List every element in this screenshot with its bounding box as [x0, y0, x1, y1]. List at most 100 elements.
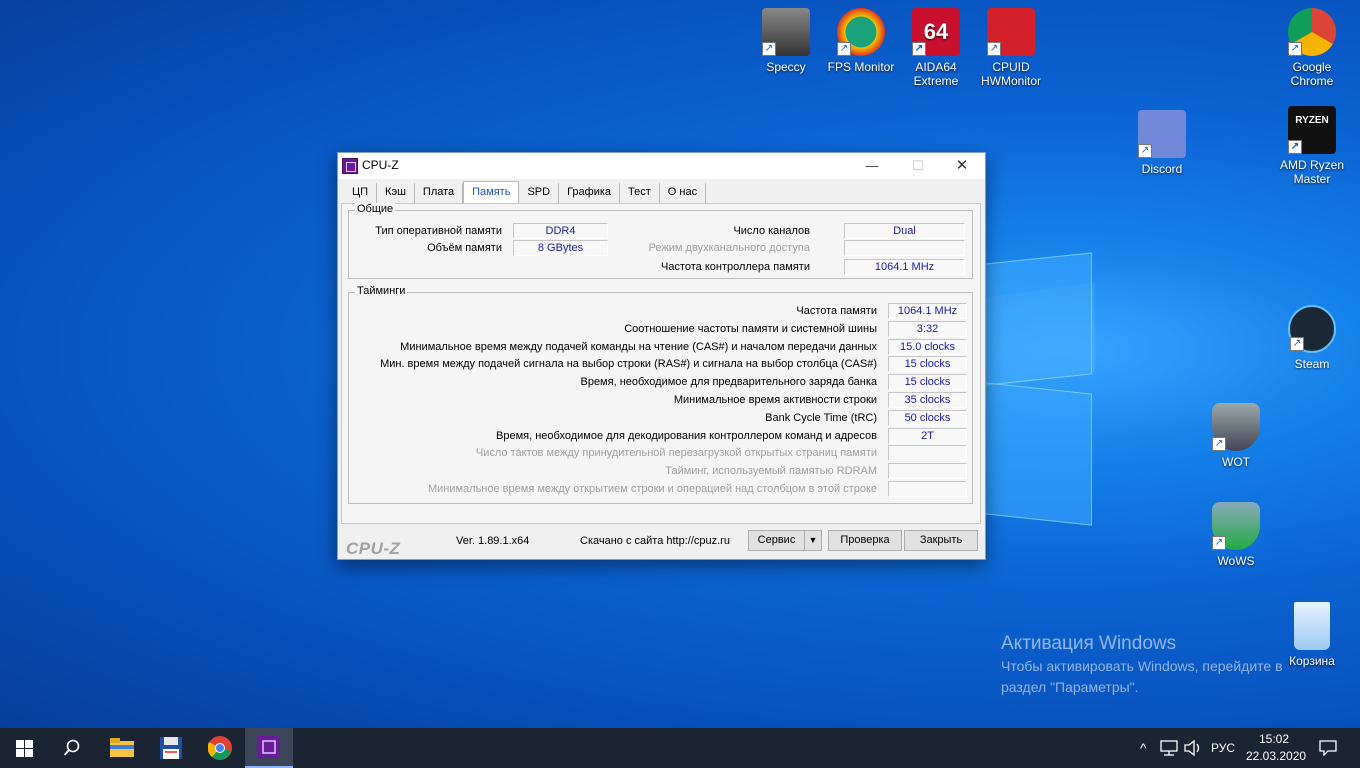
- tab-about[interactable]: О нас: [659, 183, 707, 203]
- activation-watermark: Активация Windows Чтобы активировать Win…: [1001, 632, 1283, 698]
- taskbar-explorer[interactable]: [98, 728, 146, 768]
- wallpaper-logo-pane: [985, 382, 1092, 526]
- desktop-icon-label: Steam: [1294, 357, 1330, 371]
- wallpaper-logo-pane: [985, 252, 1092, 386]
- desktop-icon-label: AMD Ryzen Master: [1279, 158, 1344, 186]
- desktop-icon-aida64[interactable]: 64 ↗ AIDA64 Extreme: [898, 8, 974, 88]
- search-button[interactable]: [48, 728, 96, 768]
- clock-time[interactable]: 15:02: [1259, 732, 1289, 746]
- shortcut-arrow-icon: ↗: [1288, 140, 1302, 154]
- tab-graphics[interactable]: Графика: [559, 183, 621, 203]
- taskbar-cpuz[interactable]: [245, 728, 293, 768]
- tab-cache[interactable]: Кэш: [377, 183, 415, 203]
- desktop-icon-label: Speccy: [766, 60, 806, 74]
- timing-value: [888, 445, 967, 462]
- notifications-icon[interactable]: [1319, 740, 1337, 756]
- desktop-icon-label: Discord: [1141, 162, 1183, 176]
- memory-size-label: Объём памяти: [427, 242, 502, 254]
- taskbar: ^ РУС 15:02 22.03.2020: [0, 728, 1360, 768]
- desktop-icon-label: WoWS: [1217, 554, 1255, 568]
- download-text: Скачано с сайта http://cpuz.ru: [580, 535, 730, 547]
- timing-value: 2T: [888, 427, 967, 444]
- footer-bar: CPU-Z Ver. 1.89.1.x64 Скачано с сайта ht…: [338, 525, 985, 559]
- close-dialog-button[interactable]: Закрыть: [904, 530, 978, 551]
- tab-spd[interactable]: SPD: [519, 183, 560, 203]
- tab-mainboard[interactable]: Плата: [414, 183, 464, 203]
- desktop-icon-ryzen-master[interactable]: RYZEN ↗ AMD Ryzen Master: [1274, 106, 1350, 186]
- desktop-icon-label: Корзина: [1289, 654, 1335, 668]
- timing-value: 15 clocks: [888, 356, 967, 373]
- timings-group: Тайминги Частота памяти 1064.1 MHz Соотнош…: [348, 285, 973, 504]
- maximize-button[interactable]: ☐: [895, 153, 941, 179]
- check-button[interactable]: Проверка: [828, 530, 902, 551]
- timing-value: 35 clocks: [888, 392, 967, 408]
- network-icon[interactable]: [1160, 740, 1178, 756]
- general-group: Общие Тип оперативной памяти DDR4 Объём …: [348, 203, 973, 279]
- activation-line-1: Чтобы активировать Windows, перейдите в: [1001, 658, 1283, 674]
- service-dropdown-button[interactable]: ▼: [804, 530, 822, 551]
- timing-label: Bank Cycle Time (tRC): [765, 411, 877, 424]
- activation-title: Активация Windows: [1001, 633, 1177, 654]
- clock-date[interactable]: 22.03.2020: [1246, 749, 1306, 763]
- cpuz-window: CPU-Z — ☐ ✕ ЦП Кэш Плата Память SPD Граф…: [337, 152, 986, 560]
- desktop-icon-steam[interactable]: ↗ Steam: [1274, 305, 1350, 371]
- minimize-button[interactable]: —: [849, 153, 895, 179]
- floppy-disk-icon: [160, 737, 182, 759]
- nb-frequency-value: 1064.1 MHz: [844, 259, 965, 275]
- channels-label: Число каналов: [733, 225, 810, 237]
- version-text: Ver. 1.89.1.x64: [456, 535, 530, 547]
- timing-label: Минимальное время между открытием строки…: [427, 483, 877, 495]
- taskbar-chrome[interactable]: [196, 728, 244, 768]
- language-indicator[interactable]: РУС: [1211, 741, 1235, 755]
- timing-value: 3:32: [888, 320, 967, 337]
- shortcut-arrow-icon: ↗: [1288, 42, 1302, 56]
- service-button[interactable]: Сервис: [748, 530, 805, 551]
- desktop-icon-label: AIDA64 Extreme: [913, 60, 959, 88]
- close-button[interactable]: ✕: [939, 153, 985, 179]
- folder-icon: [110, 738, 134, 757]
- channels-value: Dual: [844, 223, 965, 239]
- speccy-icon: ↗: [762, 8, 810, 56]
- desktop-icon-wot[interactable]: ↗ WOT: [1198, 403, 1274, 469]
- start-button[interactable]: [0, 728, 48, 768]
- desktop-icon-label: Google Chrome: [1290, 60, 1334, 88]
- taskbar-save-app[interactable]: [147, 728, 195, 768]
- cpuz-app-icon: [342, 158, 358, 174]
- tab-memory[interactable]: Память: [463, 181, 520, 203]
- tab-cpu[interactable]: ЦП: [344, 183, 378, 203]
- tab-bench[interactable]: Тест: [620, 183, 660, 203]
- shortcut-arrow-icon: ↗: [1212, 536, 1226, 550]
- title-bar[interactable]: CPU-Z — ☐ ✕: [338, 153, 985, 179]
- timing-label: Время, необходимое для декодирования кон…: [496, 429, 877, 442]
- shortcut-arrow-icon: ↗: [837, 42, 851, 56]
- memory-type-value: DDR4: [513, 223, 608, 239]
- chrome-icon: ↗: [1288, 8, 1336, 56]
- ryzen-master-icon: RYZEN ↗: [1288, 106, 1336, 154]
- window-title: CPU-Z: [362, 158, 399, 172]
- desktop-icon-recycle-bin[interactable]: Корзина: [1274, 602, 1350, 668]
- search-icon: [63, 739, 80, 756]
- desktop-icon-wows[interactable]: ↗ WoWS: [1198, 502, 1274, 568]
- tray-overflow-caret[interactable]: ^: [1140, 740, 1147, 756]
- desktop-icon-hwmonitor[interactable]: ↗ CPUID HWMonitor: [973, 8, 1049, 88]
- steam-icon: ↗: [1288, 305, 1336, 353]
- general-group-title: Общие: [355, 203, 396, 215]
- recycle-bin-icon: [1294, 602, 1330, 650]
- timing-value: 1064.1 MHz: [888, 303, 967, 319]
- desktop-icon-chrome[interactable]: ↗ Google Chrome: [1274, 8, 1350, 88]
- timing-value: [888, 481, 967, 497]
- desktop-icon-discord[interactable]: ↗ Discord: [1124, 110, 1200, 176]
- timing-label: Соотношение частоты памяти и системной ш…: [624, 322, 877, 335]
- wot-icon: ↗: [1212, 403, 1260, 451]
- hwmonitor-icon: ↗: [987, 8, 1035, 56]
- timing-label: Минимальное время между подачей команды …: [400, 340, 877, 353]
- tab-bar: ЦП Кэш Плата Память SPD Графика Тест О н…: [344, 181, 707, 204]
- timing-value: [888, 463, 967, 480]
- desktop-icon-speccy[interactable]: ↗ Speccy: [748, 8, 824, 74]
- timing-label: Тайминг, используемый памятью RDRAM: [665, 465, 877, 478]
- activation-line-2: раздел "Параметры".: [1001, 679, 1139, 695]
- timing-label: Частота памяти: [796, 305, 877, 317]
- desktop-icon-fps-monitor[interactable]: ↗ FPS Monitor: [823, 8, 899, 74]
- shortcut-arrow-icon: ↗: [1290, 337, 1304, 351]
- volume-icon[interactable]: [1184, 740, 1202, 756]
